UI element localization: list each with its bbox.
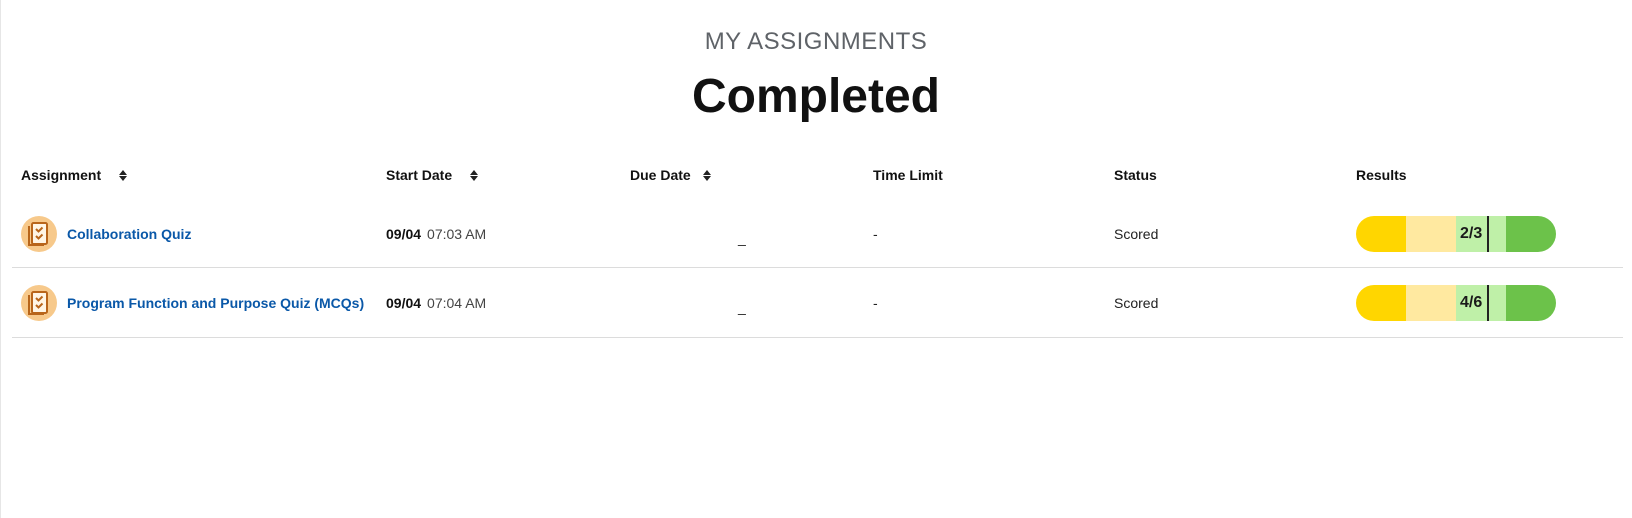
start-date-cell: 09/04 07:03 AM	[386, 199, 486, 268]
page-title: Completed	[691, 70, 940, 123]
time-limit-cell: -	[873, 268, 878, 338]
result-segment	[1506, 215, 1556, 252]
column-assignment-label: Assignment	[21, 167, 102, 183]
column-time-limit-label: Time Limit	[873, 167, 943, 183]
due-date-cell: _	[738, 199, 746, 268]
result-segment	[1506, 285, 1556, 321]
time-limit: -	[873, 225, 878, 242]
status-text: Scored	[1114, 295, 1159, 311]
table-row: Program Function and Purpose Quiz (MCQs)…	[12, 268, 1623, 338]
result-progress-bar[interactable]: 4/6	[1356, 285, 1556, 321]
result-progress-bar[interactable]: 2/3	[1356, 215, 1556, 252]
column-time-limit: Time Limit	[873, 167, 943, 183]
checklist-icon	[21, 215, 57, 252]
results-cell[interactable]: 2/3	[1356, 199, 1556, 268]
page-left-border	[0, 0, 1, 518]
status-cell: Scored	[1114, 268, 1158, 338]
start-time: 07:04 AM	[427, 295, 487, 311]
assignment-cell: Program Function and Purpose Quiz (MCQs)	[21, 268, 364, 338]
due-date: _	[738, 229, 746, 246]
result-score: 2/3	[1460, 224, 1483, 242]
due-date: _	[738, 299, 746, 315]
assignment-link[interactable]: Collaboration Quiz	[67, 226, 191, 242]
result-segment	[1406, 215, 1456, 252]
assignment-cell: Collaboration Quiz	[21, 199, 191, 268]
start-date-cell: 09/04 07:04 AM	[386, 268, 486, 338]
page-header: MY ASSIGNMENTS Completed	[0, 0, 1632, 124]
due-date-cell: _	[738, 268, 746, 338]
column-status: Status	[1114, 167, 1157, 183]
assignment-link[interactable]: Program Function and Purpose Quiz (MCQs)	[67, 295, 364, 311]
column-results-label: Results	[1356, 167, 1407, 183]
status-cell: Scored	[1114, 199, 1158, 268]
result-segment	[1406, 285, 1456, 321]
column-assignment[interactable]: Assignment	[21, 167, 128, 183]
start-time: 07:03 AM	[427, 225, 487, 242]
result-marker	[1487, 215, 1489, 252]
table-header: Assignment Start Date Due Date Time Limi…	[12, 155, 1623, 199]
results-cell[interactable]: 4/6	[1356, 268, 1556, 338]
column-due-date-label: Due Date	[630, 167, 691, 183]
column-status-label: Status	[1114, 167, 1157, 183]
start-date: 09/04	[386, 295, 422, 311]
result-marker	[1487, 285, 1489, 321]
page-eyebrow: MY ASSIGNMENTS	[704, 28, 928, 55]
column-due-date[interactable]: Due Date	[630, 167, 711, 183]
sort-icon[interactable]	[119, 169, 128, 181]
assignments-table: Assignment Start Date Due Date Time Limi…	[12, 155, 1623, 338]
checklist-icon	[21, 285, 57, 321]
time-limit: -	[873, 295, 878, 311]
result-segment	[1356, 215, 1406, 252]
column-start-date[interactable]: Start Date	[386, 167, 479, 183]
status-text: Scored	[1114, 225, 1159, 242]
result-segment	[1356, 285, 1406, 321]
sort-icon[interactable]	[470, 169, 479, 181]
result-score: 4/6	[1460, 294, 1483, 311]
sort-icon[interactable]	[702, 169, 711, 181]
start-date: 09/04	[386, 225, 422, 242]
column-start-date-label: Start Date	[386, 167, 453, 183]
column-results: Results	[1356, 167, 1407, 183]
time-limit-cell: -	[873, 199, 878, 268]
table-row: Collaboration Quiz 09/04 07:03 AM _ - Sc…	[12, 199, 1623, 268]
